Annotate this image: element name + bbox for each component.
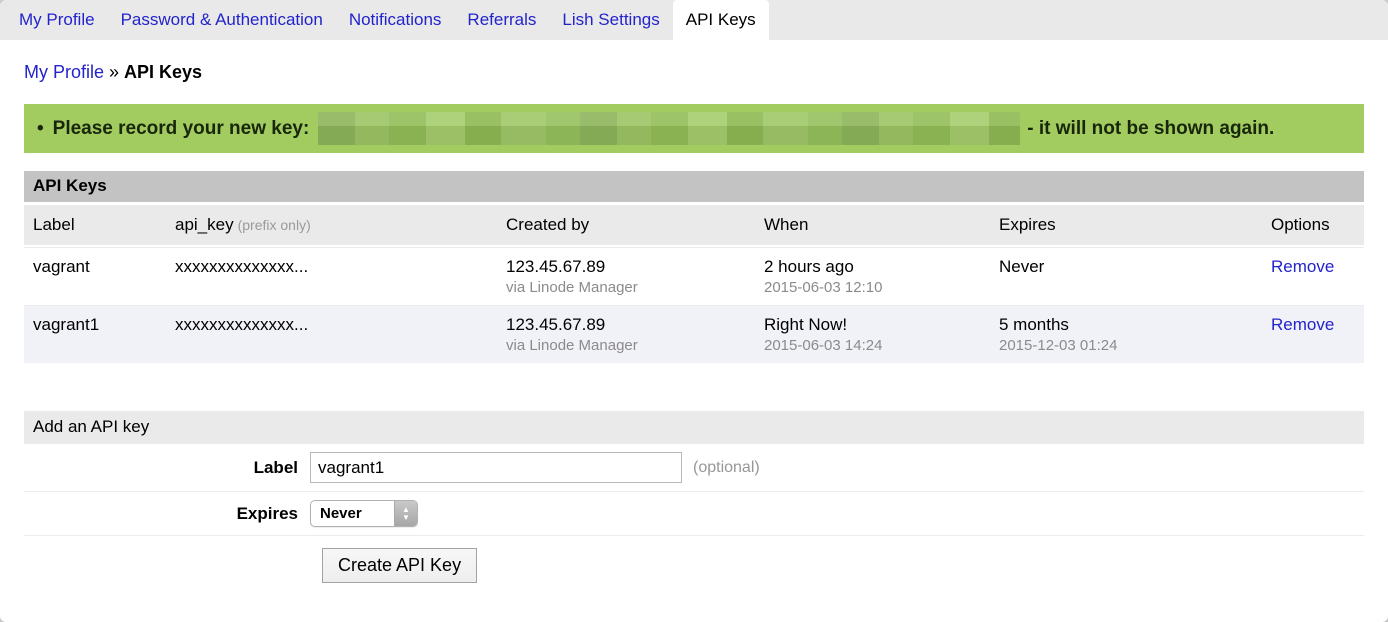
tab-my-profile[interactable]: My Profile <box>6 0 108 40</box>
cell-created-by: 123.45.67.89via Linode Manager <box>497 248 755 305</box>
label-form-row: Label (optional) <box>24 444 1364 492</box>
cell-created-via: via Linode Manager <box>506 279 746 296</box>
cell-expires-date: 2015-12-03 01:24 <box>999 337 1253 354</box>
remove-link[interactable]: Remove <box>1271 315 1334 334</box>
new-key-alert: • Please record your new key: - it will … <box>24 104 1364 153</box>
label-input[interactable] <box>310 452 682 483</box>
table-row: vagrant xxxxxxxxxxxxxx... 123.45.67.89vi… <box>24 247 1364 305</box>
col-header-created-by: Created by <box>497 205 755 245</box>
col-header-api-key-note: (prefix only) <box>238 217 311 233</box>
select-down-arrow-icon: ▼ <box>402 514 410 522</box>
page-content: My Profile»API Keys • Please record your… <box>0 62 1388 595</box>
tab-lish-settings[interactable]: Lish Settings <box>549 0 672 40</box>
cell-when-date: 2015-06-03 14:24 <box>764 337 981 354</box>
cell-label: vagrant <box>24 248 166 305</box>
cell-created-via: via Linode Manager <box>506 337 746 354</box>
alert-bullet: • <box>37 118 44 140</box>
col-header-when: When <box>755 205 990 245</box>
breadcrumb-separator: » <box>109 62 119 82</box>
api-keys-table: API Keys Label api_key(prefix only) Crea… <box>24 171 1364 363</box>
cell-label: vagrant1 <box>24 306 166 363</box>
col-header-api-key: api_key(prefix only) <box>166 205 497 245</box>
add-api-key-header: Add an API key <box>24 411 1364 444</box>
expires-form-row: Expires Never ▲▼ <box>24 492 1364 536</box>
cell-created-by: 123.45.67.89via Linode Manager <box>497 306 755 363</box>
redacted-key-blur <box>318 112 1020 145</box>
cell-when-date: 2015-06-03 12:10 <box>764 279 981 296</box>
tab-referrals[interactable]: Referrals <box>454 0 549 40</box>
cell-when: Right Now!2015-06-03 14:24 <box>755 306 990 363</box>
table-header-row: Label api_key(prefix only) Created by Wh… <box>24 205 1364 245</box>
create-api-key-button[interactable]: Create API Key <box>322 548 477 583</box>
breadcrumb: My Profile»API Keys <box>24 62 1364 83</box>
col-header-expires: Expires <box>990 205 1262 245</box>
tab-api-keys[interactable]: API Keys <box>673 0 769 40</box>
col-header-options: Options <box>1262 205 1364 245</box>
cell-when: 2 hours ago2015-06-03 12:10 <box>755 248 990 305</box>
select-stepper-icon: ▲▼ <box>394 501 417 526</box>
cell-expires: 5 months2015-12-03 01:24 <box>990 306 1262 363</box>
expires-select-value: Never <box>311 505 371 522</box>
profile-tabbar: My Profile Password & Authentication Not… <box>0 0 1388 40</box>
table-row: vagrant1 xxxxxxxxxxxxxx... 123.45.67.89v… <box>24 305 1364 363</box>
breadcrumb-current: API Keys <box>124 62 202 82</box>
cell-options: Remove <box>1262 248 1364 305</box>
cell-expires: Never <box>990 248 1262 305</box>
remove-link[interactable]: Remove <box>1271 257 1334 276</box>
tab-notifications[interactable]: Notifications <box>336 0 455 40</box>
cell-api-key: xxxxxxxxxxxxxx... <box>166 306 497 363</box>
optional-note: (optional) <box>693 459 760 477</box>
app-window: My Profile Password & Authentication Not… <box>0 0 1388 622</box>
label-field-label: Label <box>24 458 310 478</box>
table-title: API Keys <box>24 171 1364 202</box>
alert-text-prefix: Please record your new key: <box>53 118 310 140</box>
expires-field-label: Expires <box>24 504 310 524</box>
col-header-label: Label <box>24 205 166 245</box>
cell-api-key: xxxxxxxxxxxxxx... <box>166 248 497 305</box>
tab-password-authentication[interactable]: Password & Authentication <box>108 0 336 40</box>
submit-form-row: Create API Key <box>24 536 1364 595</box>
breadcrumb-my-profile-link[interactable]: My Profile <box>24 62 104 82</box>
alert-text-suffix: - it will not be shown again. <box>1027 118 1274 140</box>
cell-options: Remove <box>1262 306 1364 363</box>
expires-select[interactable]: Never ▲▼ <box>310 500 418 527</box>
